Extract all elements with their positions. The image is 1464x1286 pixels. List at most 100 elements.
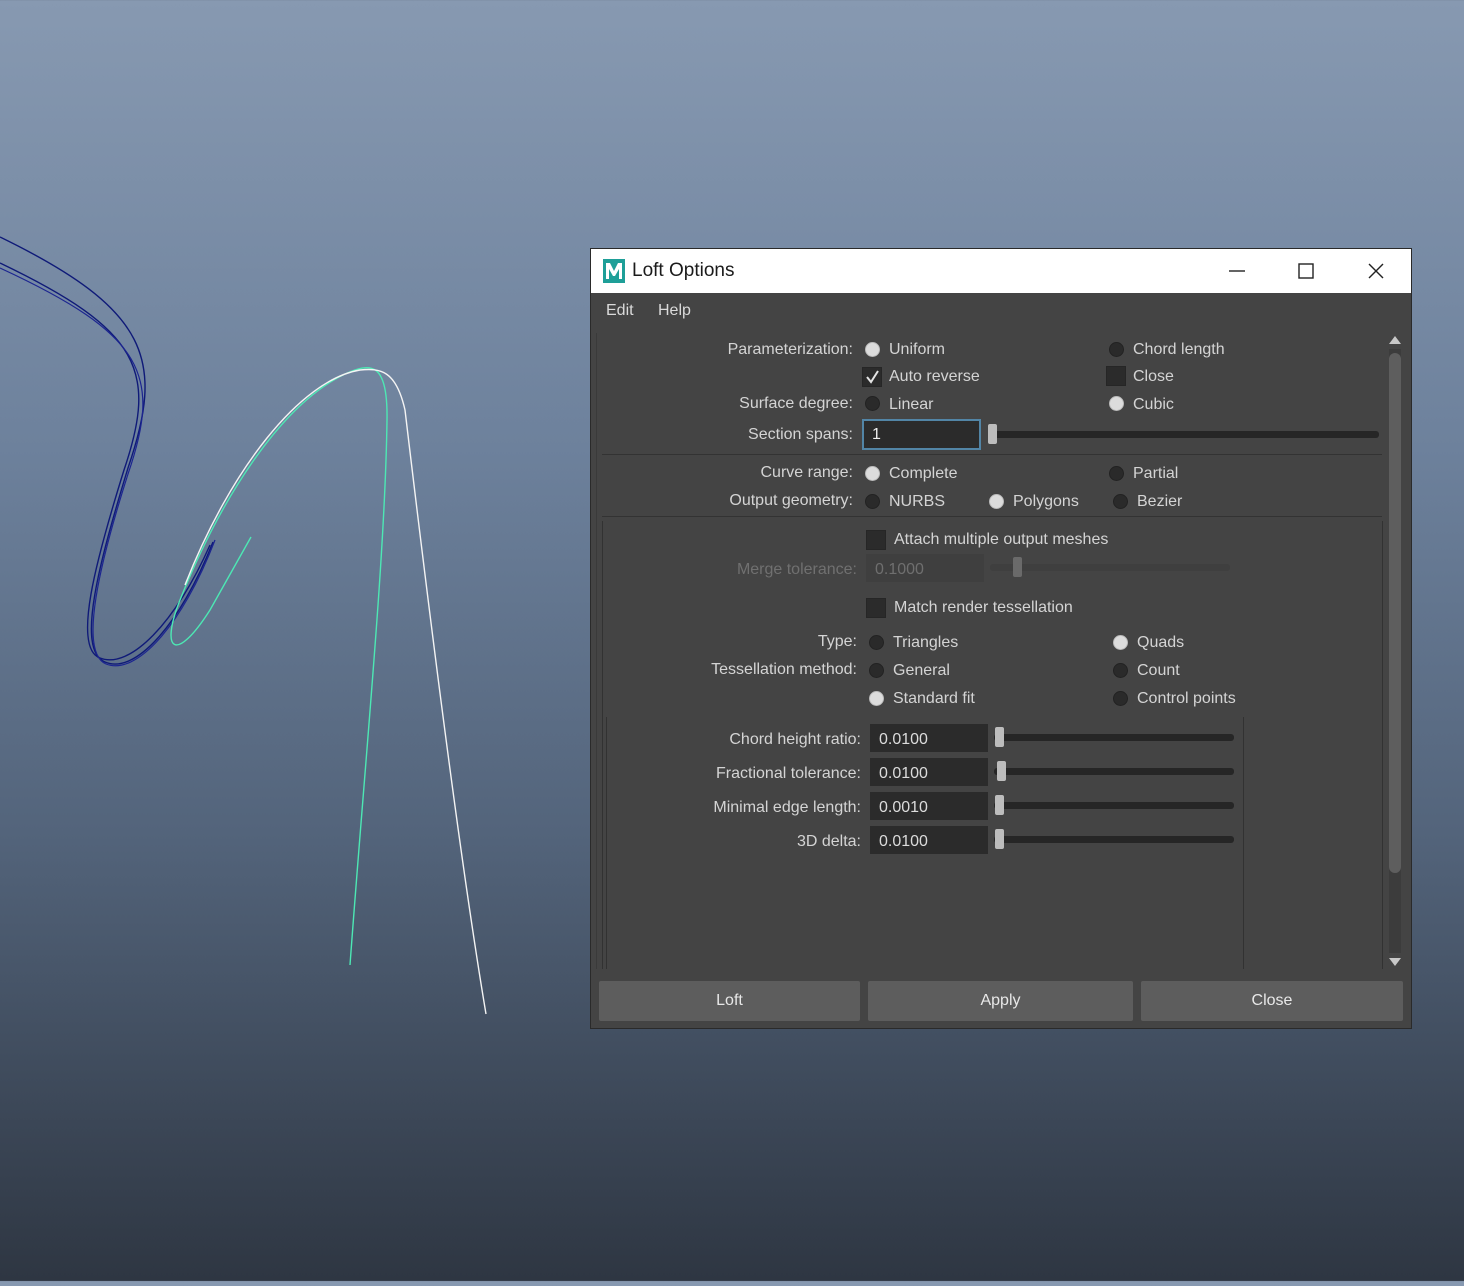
scroll-down-icon[interactable] <box>1389 957 1401 967</box>
minimal-edge-length-slider-track[interactable] <box>994 802 1234 809</box>
group-border <box>602 521 603 969</box>
nurbs-label: NURBS <box>889 493 946 510</box>
attach-meshes-checkbox[interactable] <box>866 530 886 550</box>
triangles-label: Triangles <box>893 634 959 651</box>
fractional-tolerance-slider-track[interactable] <box>994 768 1234 775</box>
scroll-thumb[interactable] <box>1389 353 1401 873</box>
radio-quads[interactable] <box>1113 635 1128 650</box>
radio-uniform[interactable] <box>865 342 880 357</box>
3d-delta-slider-track[interactable] <box>994 836 1234 843</box>
maximize-button[interactable] <box>1271 249 1341 293</box>
radio-control-points[interactable] <box>1113 691 1128 706</box>
divider <box>602 516 1382 517</box>
minimal-edge-length-slider-handle[interactable] <box>995 795 1004 815</box>
chord-height-ratio-input[interactable]: 0.0100 <box>870 724 988 752</box>
close-option-label: Close <box>1133 368 1174 385</box>
radio-chord-length[interactable] <box>1109 342 1124 357</box>
section-spans-input[interactable]: 1 <box>862 419 981 450</box>
close-button[interactable]: Close <box>1141 981 1403 1021</box>
output-geometry-label: Output geometry: <box>729 492 853 509</box>
minimal-edge-length-label: Minimal edge length: <box>713 799 861 816</box>
merge-tolerance-slider-track <box>990 564 1230 571</box>
close-icon <box>1368 263 1384 279</box>
radio-linear[interactable] <box>865 396 880 411</box>
subgroup-border <box>606 717 607 969</box>
close-window-button[interactable] <box>1341 249 1411 293</box>
radio-polygons[interactable] <box>989 494 1004 509</box>
chord-height-ratio-slider-track[interactable] <box>994 734 1234 741</box>
3d-delta-input[interactable]: 0.0100 <box>870 826 988 854</box>
polygons-label: Polygons <box>1013 493 1079 510</box>
fractional-tolerance-input[interactable]: 0.0100 <box>870 758 988 786</box>
vertical-scrollbar[interactable] <box>1386 333 1404 969</box>
title-bar[interactable]: Loft Options <box>591 249 1411 293</box>
radio-count[interactable] <box>1113 663 1128 678</box>
scroll-up-icon[interactable] <box>1389 335 1401 345</box>
nurbs-curve-selected-1 <box>170 367 388 966</box>
merge-tolerance-label: Merge tolerance: <box>736 561 857 578</box>
radio-complete[interactable] <box>865 466 880 481</box>
chord-height-ratio-label: Chord height ratio: <box>729 731 861 748</box>
3d-delta-label: 3D delta: <box>796 833 861 850</box>
complete-label: Complete <box>889 465 958 482</box>
minimize-icon <box>1229 270 1245 272</box>
linear-label: Linear <box>889 396 934 413</box>
auto-reverse-checkbox[interactable] <box>862 367 882 387</box>
curve-range-label: Curve range: <box>760 464 854 481</box>
minimize-button[interactable] <box>1202 249 1272 293</box>
divider <box>602 454 1382 455</box>
standard-fit-label: Standard fit <box>893 690 975 707</box>
match-render-checkbox[interactable] <box>866 598 886 618</box>
menu-help[interactable]: Help <box>658 302 691 320</box>
nurbs-curve-dark-3 <box>0 267 216 667</box>
maya-icon <box>603 259 625 283</box>
options-panel: Parameterization: Uniform Chord length A… <box>596 333 1383 969</box>
uniform-label: Uniform <box>889 341 946 358</box>
cubic-label: Cubic <box>1133 396 1174 413</box>
radio-triangles[interactable] <box>869 635 884 650</box>
parameterization-label: Parameterization: <box>727 341 853 358</box>
nurbs-curve-white <box>184 368 487 1015</box>
tessellation-method-label: Tessellation method: <box>711 661 857 678</box>
checkmark-icon <box>866 370 879 384</box>
subgroup-border <box>1243 717 1244 969</box>
loft-button[interactable]: Loft <box>599 981 860 1021</box>
loft-options-dialog: Loft Options Edit Help Parameterization:… <box>590 248 1412 1029</box>
apply-button[interactable]: Apply <box>868 981 1133 1021</box>
auto-reverse-label: Auto reverse <box>889 368 980 385</box>
maximize-icon <box>1298 263 1314 279</box>
chord-length-label: Chord length <box>1133 341 1225 358</box>
chord-height-ratio-slider-handle[interactable] <box>995 727 1004 747</box>
group-border <box>1382 521 1383 969</box>
type-label: Type: <box>817 633 857 650</box>
radio-cubic[interactable] <box>1109 396 1124 411</box>
match-render-label: Match render tessellation <box>894 599 1073 616</box>
window-title: Loft Options <box>632 260 735 281</box>
merge-tolerance-slider-handle <box>1013 557 1022 577</box>
section-spans-slider-handle[interactable] <box>988 424 997 444</box>
3d-delta-slider-handle[interactable] <box>995 829 1004 849</box>
surface-degree-label: Surface degree: <box>739 395 853 412</box>
radio-standard-fit[interactable] <box>869 691 884 706</box>
radio-bezier[interactable] <box>1113 494 1128 509</box>
minimal-edge-length-input[interactable]: 0.0010 <box>870 792 988 820</box>
fractional-tolerance-label: Fractional tolerance: <box>716 765 861 782</box>
nurbs-curve-dark-2 <box>0 262 211 661</box>
section-spans-label: Section spans: <box>748 426 853 443</box>
menu-edit[interactable]: Edit <box>606 302 634 320</box>
count-label: Count <box>1137 662 1180 679</box>
general-label: General <box>893 662 950 679</box>
section-spans-slider-track[interactable] <box>989 431 1379 438</box>
fractional-tolerance-slider-handle[interactable] <box>997 761 1006 781</box>
menu-bar: Edit Help <box>591 293 1411 325</box>
close-checkbox[interactable] <box>1106 366 1126 386</box>
radio-general[interactable] <box>869 663 884 678</box>
quads-label: Quads <box>1137 634 1185 651</box>
radio-partial[interactable] <box>1109 466 1124 481</box>
merge-tolerance-input: 0.1000 <box>866 554 984 582</box>
bezier-label: Bezier <box>1137 493 1183 510</box>
control-points-label: Control points <box>1137 690 1236 707</box>
attach-meshes-label: Attach multiple output meshes <box>894 531 1109 548</box>
radio-nurbs[interactable] <box>865 494 880 509</box>
partial-label: Partial <box>1133 465 1179 482</box>
